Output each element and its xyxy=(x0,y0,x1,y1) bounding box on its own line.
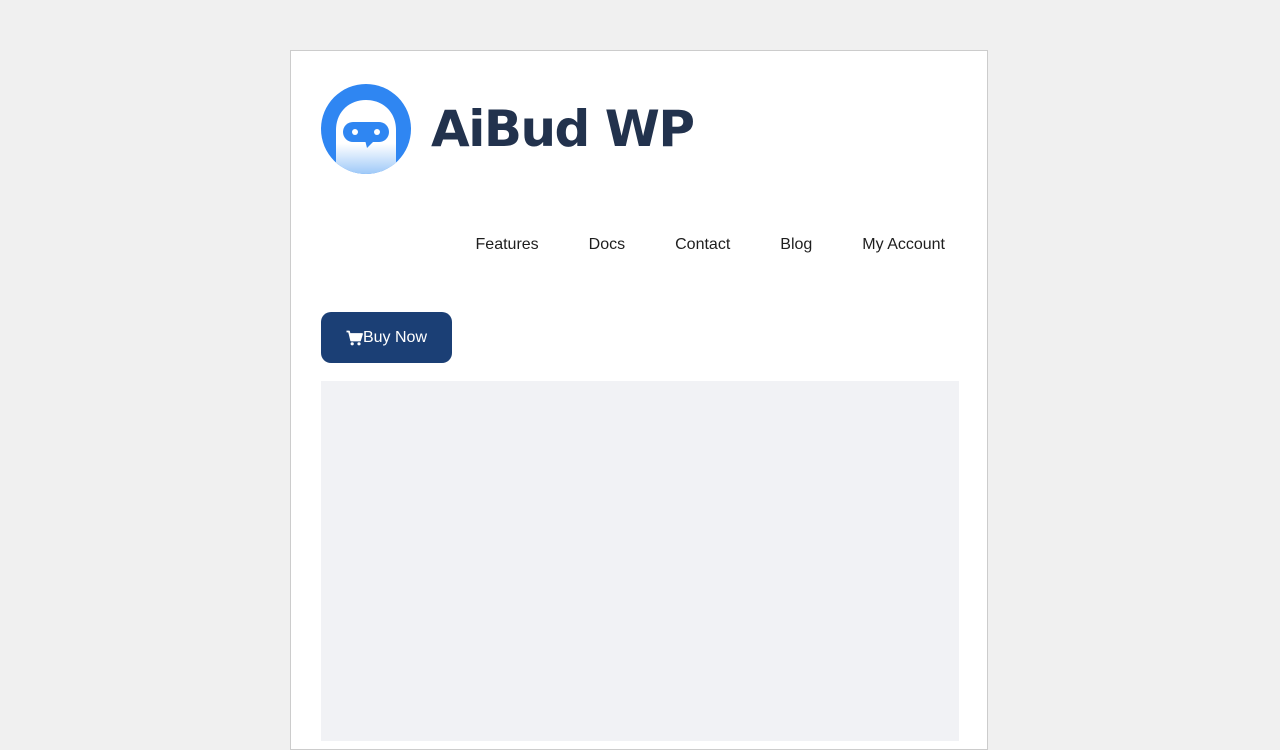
nav-item-features[interactable]: Features xyxy=(451,228,564,262)
buy-now-button[interactable]: Buy Now xyxy=(321,312,452,363)
nav-item-blog[interactable]: Blog xyxy=(755,228,837,262)
nav-item-my-account[interactable]: My Account xyxy=(837,228,959,262)
buy-now-label: Buy Now xyxy=(362,328,428,346)
site-header-logo[interactable]: AiBud WP xyxy=(321,84,695,174)
robot-chat-icon xyxy=(321,84,411,174)
nav-item-docs[interactable]: Docs xyxy=(564,228,650,262)
brand-name: AiBud WP xyxy=(431,100,695,158)
nav-item-contact[interactable]: Contact xyxy=(650,228,755,262)
hero-placeholder xyxy=(321,381,959,741)
cart-icon xyxy=(346,330,363,345)
page-frame: AiBud WP Features Docs Contact Blog My A… xyxy=(290,50,988,750)
main-nav: Features Docs Contact Blog My Account xyxy=(436,226,959,264)
